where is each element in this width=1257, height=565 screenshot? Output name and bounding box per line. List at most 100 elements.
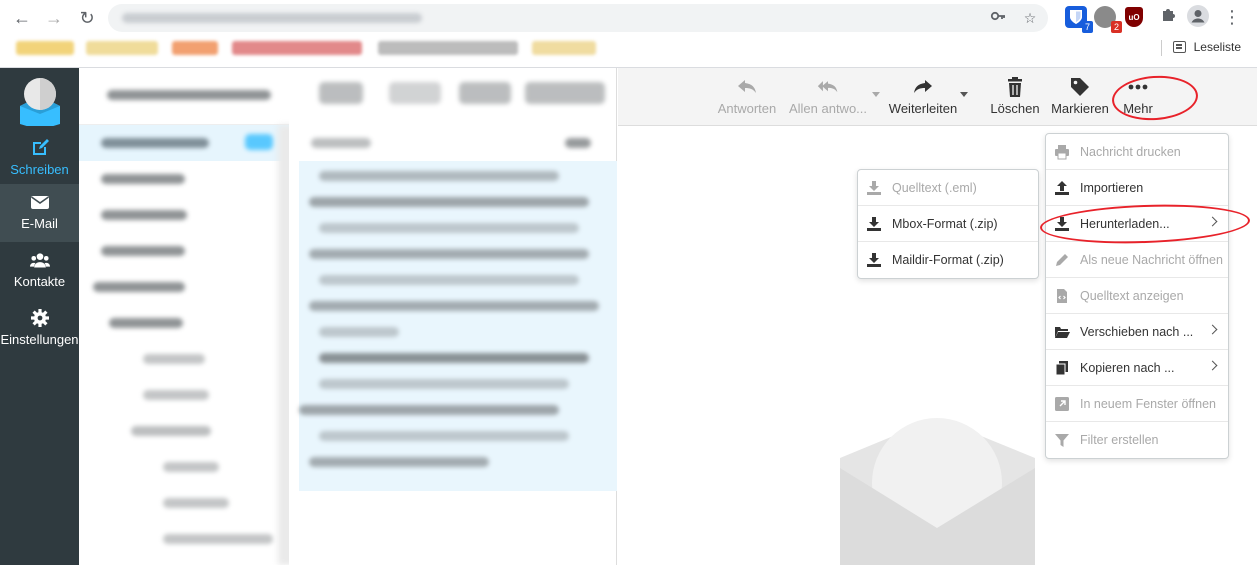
forward-dropdown-icon[interactable] <box>960 92 968 97</box>
message-toolbar: Antworten Allen antwo... Weiterleiten Lö… <box>618 68 1257 126</box>
folder-item[interactable] <box>93 282 185 292</box>
message-row[interactable] <box>319 353 589 363</box>
mark-button[interactable]: Markieren <box>1050 76 1110 120</box>
folder-item-selected[interactable] <box>79 125 289 161</box>
list-toolbar-button[interactable] <box>459 82 511 104</box>
message-row[interactable] <box>319 223 579 233</box>
nav-contacts[interactable]: Kontakte <box>0 242 79 300</box>
more-button[interactable]: Mehr <box>1118 76 1158 120</box>
submenu-item-label: Mbox-Format (.zip) <box>892 216 998 231</box>
menu-item-view-source[interactable]: Quelltext anzeigen <box>1046 278 1228 314</box>
extension-icon-grey[interactable]: 2 <box>1094 6 1122 33</box>
folder-item[interactable] <box>143 354 205 364</box>
browser-menu-icon[interactable]: ⋮ <box>1220 5 1244 29</box>
message-row[interactable] <box>319 431 569 441</box>
message-list <box>289 68 617 565</box>
browser-chrome: ← → ↻ ☆ 7 2 uO ⋮ Leseliste <box>0 0 1257 68</box>
chevron-right-icon <box>1207 216 1218 227</box>
menu-item-open-as-new[interactable]: Als neue Nachricht öffnen <box>1046 242 1228 278</box>
folder-item[interactable] <box>109 318 183 328</box>
chevron-right-icon <box>1207 360 1218 371</box>
reply-all-button[interactable]: Allen antwo... <box>788 76 868 120</box>
menu-item-label: Als neue Nachricht öffnen <box>1080 252 1223 267</box>
menu-item-print[interactable]: Nachricht drucken <box>1046 134 1228 170</box>
address-bar[interactable]: ☆ <box>108 4 1048 32</box>
delete-label: Löschen <box>990 101 1040 116</box>
unread-count-badge <box>245 134 273 150</box>
forward-button[interactable]: Weiterleiten <box>888 76 958 120</box>
forward-arrow-icon[interactable]: → <box>42 6 66 30</box>
folder-item[interactable] <box>143 390 209 400</box>
submenu-item-label: Quelltext (.eml) <box>892 180 977 195</box>
bitwarden-badge: 7 <box>1081 21 1093 33</box>
nav-compose[interactable]: Schreiben <box>0 130 79 188</box>
key-icon[interactable] <box>988 8 1008 28</box>
reply-all-dropdown-icon[interactable] <box>872 92 880 97</box>
reply-all-label: Allen antwo... <box>788 101 868 116</box>
message-row[interactable] <box>309 197 589 207</box>
folder-list-header <box>79 68 289 125</box>
ublock-icon[interactable]: uO <box>1125 7 1143 27</box>
bookmark-item[interactable] <box>172 41 218 55</box>
forward-label: Weiterleiten <box>888 101 958 116</box>
reply-button[interactable]: Antworten <box>716 76 778 120</box>
message-row[interactable] <box>319 327 399 337</box>
bookmark-item[interactable] <box>86 41 158 55</box>
folder-item[interactable] <box>101 210 187 220</box>
folder-open-icon <box>1055 326 1070 338</box>
external-window-icon <box>1055 396 1069 411</box>
list-toolbar-button[interactable] <box>389 82 441 104</box>
bookmark-item[interactable] <box>16 41 74 55</box>
message-row[interactable] <box>319 275 579 285</box>
roundcube-logo-icon[interactable] <box>14 74 66 130</box>
reading-list[interactable]: Leseliste <box>1160 40 1241 56</box>
bitwarden-icon[interactable]: 7 <box>1065 6 1093 33</box>
submenu-item-source-eml[interactable]: Quelltext (.eml) <box>858 170 1038 206</box>
menu-item-create-filter[interactable]: Filter erstellen <box>1046 422 1228 458</box>
folder-item[interactable] <box>163 534 273 544</box>
extensions-puzzle-icon[interactable] <box>1156 5 1180 29</box>
download-icon <box>867 253 881 267</box>
nav-settings[interactable]: Einstellungen <box>0 300 79 358</box>
submenu-item-mbox[interactable]: Mbox-Format (.zip) <box>858 206 1038 242</box>
bookmark-item[interactable] <box>232 41 362 55</box>
star-bookmark-icon[interactable]: ☆ <box>1020 8 1040 28</box>
tag-icon <box>1071 78 1089 96</box>
folder-item[interactable] <box>131 426 211 436</box>
folder-name-blurred <box>101 138 209 148</box>
more-label: Mehr <box>1123 101 1153 116</box>
delete-button[interactable]: Löschen <box>990 76 1040 120</box>
menu-item-open-new-window[interactable]: In neuem Fenster öffnen <box>1046 386 1228 422</box>
menu-item-download[interactable]: Herunterladen... <box>1046 206 1228 242</box>
folder-item[interactable] <box>163 462 219 472</box>
menu-item-import[interactable]: Importieren <box>1046 170 1228 206</box>
submenu-item-maildir[interactable]: Maildir-Format (.zip) <box>858 242 1038 278</box>
folder-item[interactable] <box>101 246 185 256</box>
list-options-icon[interactable] <box>565 138 591 148</box>
pencil-icon <box>1056 253 1068 266</box>
menu-item-copy[interactable]: Kopieren nach ... <box>1046 350 1228 386</box>
back-arrow-icon[interactable]: ← <box>10 6 34 30</box>
bookmark-item[interactable] <box>532 41 596 55</box>
search-field-blurred[interactable] <box>311 138 371 148</box>
message-row[interactable] <box>299 405 559 415</box>
folder-item[interactable] <box>101 174 185 184</box>
empty-envelope-icon <box>840 418 1035 565</box>
list-toolbar-button[interactable] <box>319 82 363 104</box>
message-row[interactable] <box>319 171 559 181</box>
list-toolbar-button[interactable] <box>525 82 605 104</box>
message-row[interactable] <box>309 301 599 311</box>
nav-email[interactable]: E-Mail <box>0 184 79 242</box>
profile-avatar-icon[interactable] <box>1186 5 1210 29</box>
folder-item[interactable] <box>163 498 229 508</box>
message-row[interactable] <box>319 379 569 389</box>
message-row[interactable] <box>309 249 589 259</box>
more-dots-icon <box>1128 84 1148 90</box>
message-row[interactable] <box>309 457 489 467</box>
bookmark-item[interactable] <box>378 41 518 55</box>
reading-list-label: Leseliste <box>1193 40 1241 54</box>
download-icon <box>867 216 881 231</box>
compose-icon <box>32 139 49 155</box>
menu-item-move[interactable]: Verschieben nach ... <box>1046 314 1228 350</box>
reload-icon[interactable]: ↻ <box>75 6 99 30</box>
